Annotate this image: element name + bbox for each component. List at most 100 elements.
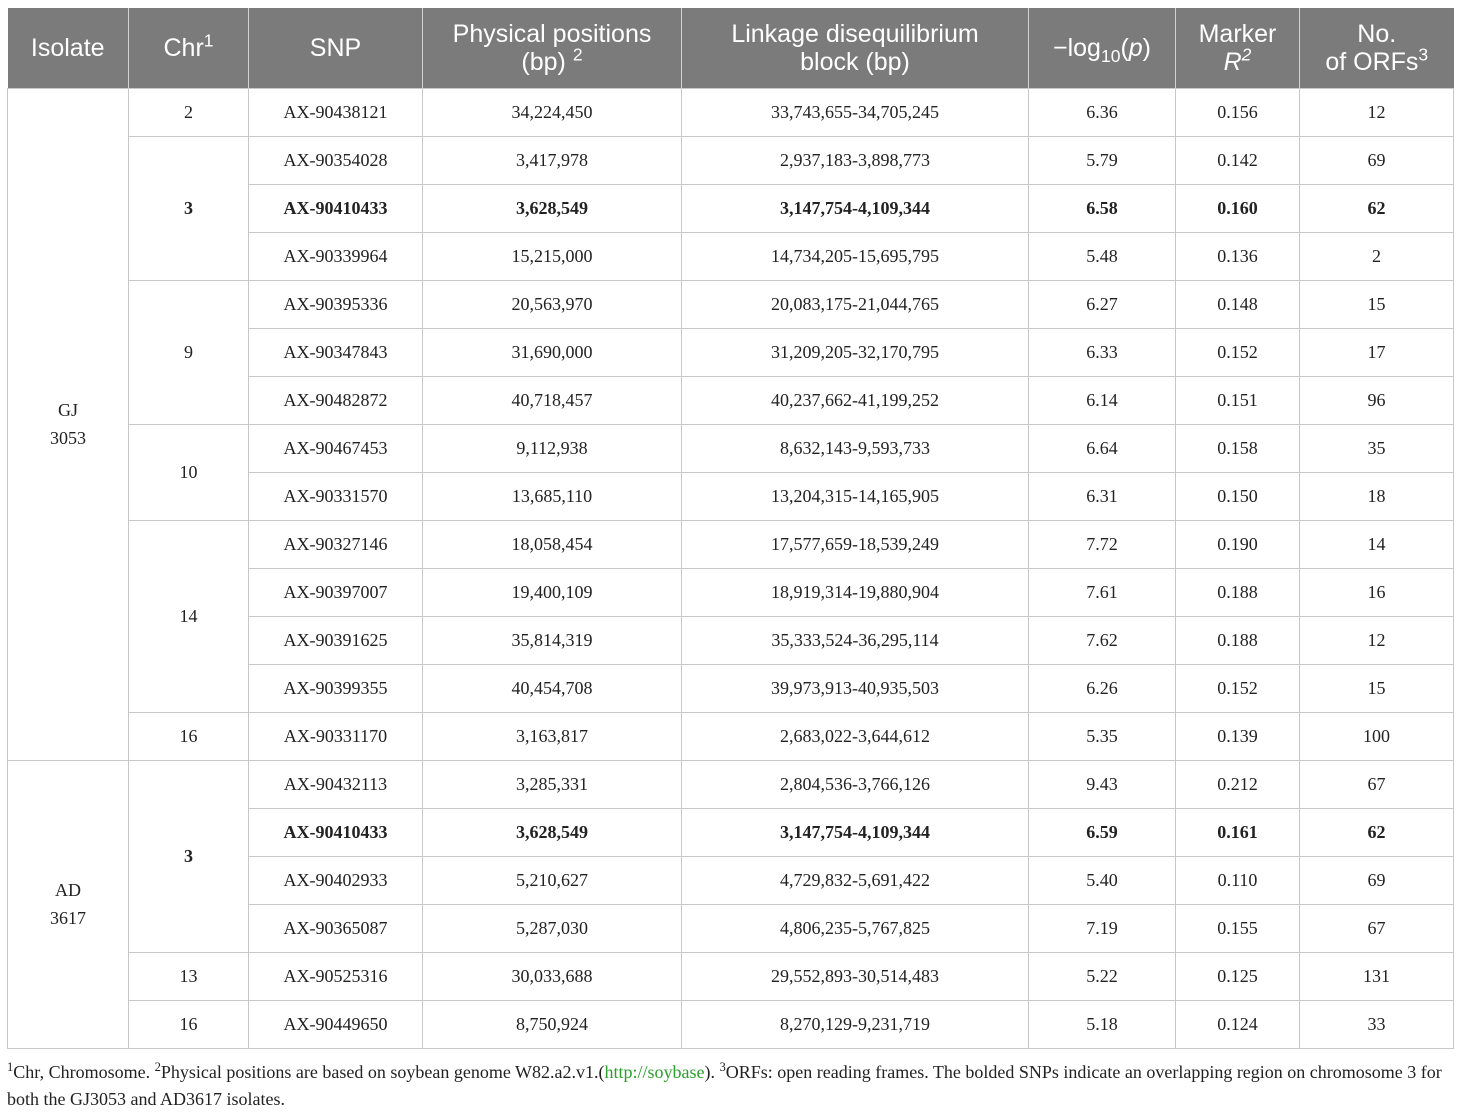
header-snp: SNP bbox=[248, 8, 423, 88]
orf-count-cell: 67 bbox=[1299, 903, 1454, 953]
header-marker-r2: Marker R2 bbox=[1175, 8, 1300, 88]
snp-cell: AX-90438121 bbox=[248, 87, 423, 137]
isolate-cell: AD 3617 bbox=[7, 759, 129, 1049]
position-cell: 40,718,457 bbox=[422, 375, 682, 425]
position-cell: 31,690,000 bbox=[422, 327, 682, 377]
logp-cell: 7.61 bbox=[1028, 567, 1176, 617]
isolate-number: 3053 bbox=[50, 428, 86, 448]
position-cell: 15,215,000 bbox=[422, 231, 682, 281]
ld-block-cell: 4,729,832-5,691,422 bbox=[681, 855, 1029, 905]
logp-cell: 5.48 bbox=[1028, 231, 1176, 281]
position-cell: 18,058,454 bbox=[422, 519, 682, 569]
r2-cell: 0.188 bbox=[1175, 615, 1300, 665]
orf-count-cell: 62 bbox=[1299, 183, 1454, 233]
snp-cell: AX-90327146 bbox=[248, 519, 423, 569]
soybase-link[interactable]: http://soybase bbox=[604, 1062, 704, 1082]
snp-cell: AX-90331570 bbox=[248, 471, 423, 521]
snp-cell: AX-90449650 bbox=[248, 999, 423, 1049]
snp-cell: AX-90339964 bbox=[248, 231, 423, 281]
r2-cell: 0.125 bbox=[1175, 951, 1300, 1001]
table-row: 16 AX-90331170 3,163,817 2,683,022-3,644,61… bbox=[8, 711, 1454, 761]
orf-count-cell: 12 bbox=[1299, 87, 1454, 137]
chr-cell: 10 bbox=[128, 423, 249, 521]
orf-count-cell: 14 bbox=[1299, 519, 1454, 569]
ld-block-cell: 2,683,022-3,644,612 bbox=[681, 711, 1029, 761]
header-physical-positions: Physical positions (bp) 2 bbox=[422, 8, 682, 88]
r2-cell: 0.150 bbox=[1175, 471, 1300, 521]
r2-cell: 0.136 bbox=[1175, 231, 1300, 281]
snp-cell: AX-90410433 bbox=[248, 183, 423, 233]
orf-count-cell: 16 bbox=[1299, 567, 1454, 617]
r2-cell: 0.139 bbox=[1175, 711, 1300, 761]
chr-cell: 16 bbox=[128, 711, 249, 761]
logp-cell: 6.64 bbox=[1028, 423, 1176, 473]
r2-cell: 0.124 bbox=[1175, 999, 1300, 1049]
logp-cell: 6.33 bbox=[1028, 327, 1176, 377]
logp-cell: 6.26 bbox=[1028, 663, 1176, 713]
chr-cell: 13 bbox=[128, 951, 249, 1001]
isolate-name: GJ bbox=[57, 400, 78, 420]
snp-cell: AX-90395336 bbox=[248, 279, 423, 329]
orf-count-cell: 100 bbox=[1299, 711, 1454, 761]
chr-cell: 2 bbox=[128, 87, 249, 137]
snp-cell: AX-90482872 bbox=[248, 375, 423, 425]
table-body: GJ 3053 2 AX-90438121 34,224,450 33,743,655-3… bbox=[7, 87, 1454, 1049]
table-row: 13 AX-90525316 30,033,688 29,552,893-30,514… bbox=[8, 951, 1454, 1001]
logp-cell: 6.31 bbox=[1028, 471, 1176, 521]
r2-cell: 0.158 bbox=[1175, 423, 1300, 473]
header-row: Isolate Chr1 SNP Physical positions (bp) … bbox=[7, 8, 1454, 88]
position-cell: 20,563,970 bbox=[422, 279, 682, 329]
table-row: AD 3617 3 AX-90432113 3,285,331 2,804,536-3,7… bbox=[7, 759, 1454, 1049]
table-row: 14 AX-90327146 18,058,454 17,577,659-18,539… bbox=[8, 519, 1454, 713]
snp-cell: AX-90432113 bbox=[248, 759, 423, 809]
ld-block-cell: 3,147,754-4,109,344 bbox=[681, 807, 1029, 857]
logp-cell: 6.27 bbox=[1028, 279, 1176, 329]
r2-cell: 0.155 bbox=[1175, 903, 1300, 953]
snp-cell: AX-90354028 bbox=[248, 135, 423, 185]
ld-block-cell: 18,919,314-19,880,904 bbox=[681, 567, 1029, 617]
r2-cell: 0.188 bbox=[1175, 567, 1300, 617]
ld-block-cell: 35,333,524-36,295,114 bbox=[681, 615, 1029, 665]
table-row: 10 AX-90467453 9,112,938 8,632,143-9,593,73… bbox=[8, 423, 1454, 521]
orf-count-cell: 35 bbox=[1299, 423, 1454, 473]
position-cell: 34,224,450 bbox=[422, 87, 682, 137]
logp-cell: 9.43 bbox=[1028, 759, 1176, 809]
chr-cell: 16 bbox=[128, 999, 249, 1049]
r2-cell: 0.152 bbox=[1175, 327, 1300, 377]
table-row: 9 AX-90395336 20,563,970 20,083,175-21,044,… bbox=[8, 279, 1454, 425]
header-chr-sup: 1 bbox=[203, 30, 214, 51]
isolate-number: 3617 bbox=[50, 908, 86, 928]
orf-count-cell: 69 bbox=[1299, 135, 1454, 185]
ld-block-cell: 3,147,754-4,109,344 bbox=[681, 183, 1029, 233]
position-cell: 19,400,109 bbox=[422, 567, 682, 617]
table-row: GJ 3053 2 AX-90438121 34,224,450 33,743,655-3… bbox=[7, 87, 1454, 761]
orf-count-cell: 2 bbox=[1299, 231, 1454, 281]
snp-cell: AX-90397007 bbox=[248, 567, 423, 617]
logp-cell: 5.79 bbox=[1028, 135, 1176, 185]
r2-cell: 0.148 bbox=[1175, 279, 1300, 329]
r2-cell: 0.160 bbox=[1175, 183, 1300, 233]
orf-count-cell: 131 bbox=[1299, 951, 1454, 1001]
header-neg-log-p: −log10(p) bbox=[1028, 8, 1176, 88]
logp-cell: 5.22 bbox=[1028, 951, 1176, 1001]
position-cell: 5,210,627 bbox=[422, 855, 682, 905]
position-cell: 5,287,030 bbox=[422, 903, 682, 953]
position-cell: 3,417,978 bbox=[422, 135, 682, 185]
r2-cell: 0.152 bbox=[1175, 663, 1300, 713]
footnote-text-2: Physical positions are based on soybean … bbox=[160, 1062, 605, 1082]
logp-cell: 6.14 bbox=[1028, 375, 1176, 425]
position-cell: 3,285,331 bbox=[422, 759, 682, 809]
position-cell: 35,814,319 bbox=[422, 615, 682, 665]
position-cell: 13,685,110 bbox=[422, 471, 682, 521]
r2-cell: 0.212 bbox=[1175, 759, 1300, 809]
isolate-cell: GJ 3053 bbox=[7, 87, 129, 761]
snp-cell: AX-90331170 bbox=[248, 711, 423, 761]
orf-count-cell: 12 bbox=[1299, 615, 1454, 665]
position-cell: 40,454,708 bbox=[422, 663, 682, 713]
ld-block-cell: 14,734,205-15,695,795 bbox=[681, 231, 1029, 281]
r2-cell: 0.161 bbox=[1175, 807, 1300, 857]
chr-cell: 3 bbox=[128, 135, 249, 281]
orf-count-cell: 15 bbox=[1299, 279, 1454, 329]
ld-block-cell: 8,270,129-9,231,719 bbox=[681, 999, 1029, 1049]
ld-block-cell: 20,083,175-21,044,765 bbox=[681, 279, 1029, 329]
